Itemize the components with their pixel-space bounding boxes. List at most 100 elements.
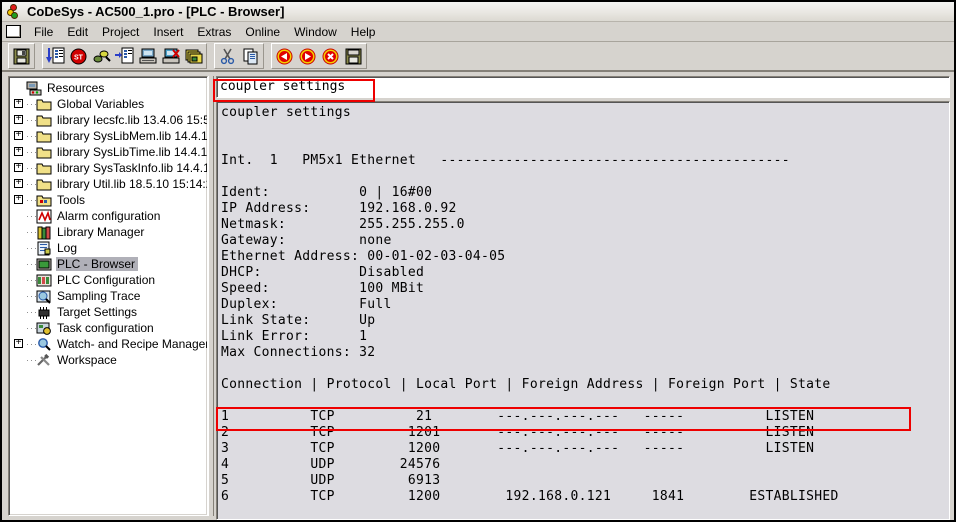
tree-connector: ··· [26, 147, 36, 157]
menu-item-insert[interactable]: Insert [146, 24, 190, 40]
folder-icon [36, 177, 53, 192]
title-bar: CoDeSys - AC500_1.pro - [PLC - Browser] [2, 2, 954, 22]
sidebar-item-target-settings[interactable]: ··· Target Settings [9, 304, 207, 320]
codesys-application-window: CoDeSys - AC500_1.pro - [PLC - Browser] … [0, 0, 956, 522]
tree-connector: ··· [26, 115, 36, 125]
sidebar-item-log[interactable]: ··· Log [9, 240, 207, 256]
copy-icon[interactable] [239, 45, 262, 67]
tree-root-resources[interactable]: Resources [9, 80, 207, 96]
sidebar-item-sampling-trace[interactable]: ··· Sampling Trace [9, 288, 207, 304]
folder-icon [36, 97, 53, 112]
menu-item-online[interactable]: Online [238, 24, 287, 40]
tree-item-label: library SysLibTime.lib 14.4.10 0 [57, 145, 207, 159]
stop-icon[interactable]: ST [67, 45, 90, 67]
alarm-icon [36, 209, 53, 224]
back-arrow-icon[interactable] [273, 45, 296, 67]
sidebar-item-plc-configuration[interactable]: ··· PLC Configuration [9, 272, 207, 288]
tree-item-library-iecsfc[interactable]: ··· library Iecsfc.lib 13.4.06 15:51: [9, 112, 207, 128]
expand-toggle-icon[interactable] [13, 192, 26, 207]
tools-folder-icon [36, 193, 53, 208]
tree-item-label: library SysTaskInfo.lib 14.4.10 [57, 161, 207, 175]
sidebar-item-label: Task configuration [57, 321, 154, 335]
pane-splitter[interactable] [208, 76, 214, 516]
plc-configuration-icon [36, 273, 53, 288]
tree-connector: ··· [26, 211, 36, 221]
sidebar-item-task-configuration[interactable]: ··· Task configuration [9, 320, 207, 336]
toolbar: ST [2, 42, 954, 72]
menu-item-extras[interactable]: Extras [190, 24, 238, 40]
browser-output-panel[interactable]: coupler settings Int. 1 PM5x1 Ethernet -… [216, 101, 950, 520]
sidebar-item-label: PLC - Browser [56, 257, 139, 271]
window-title: CoDeSys - AC500_1.pro - [PLC - Browser] [27, 4, 285, 19]
save-history-icon[interactable] [342, 45, 365, 67]
tree-item-label: Global Variables [57, 97, 145, 111]
menu-item-help[interactable]: Help [344, 24, 383, 40]
sidebar-item-plc-browser[interactable]: ··· PLC - Browser [9, 256, 207, 272]
sidebar-item-workspace[interactable]: ··· Workspace [9, 352, 207, 368]
sidebar-item-watch-recipe-manager[interactable]: ··· Watch- and Recipe Manager [9, 336, 207, 352]
sidebar-item-alarm-configuration[interactable]: ··· Alarm configuration [9, 208, 207, 224]
menu-item-window[interactable]: Window [287, 24, 344, 40]
forward-arrow-icon[interactable] [296, 45, 319, 67]
watch-recipe-icon [36, 337, 53, 352]
paint-icon[interactable] [90, 45, 113, 67]
login-pc-icon[interactable] [136, 45, 159, 67]
sidebar-item-label: Log [57, 241, 78, 255]
tree-item-global-variables[interactable]: ··· Global Variables [9, 96, 207, 112]
tree-connector: ··· [26, 195, 36, 205]
menu-item-file[interactable]: File [27, 24, 60, 40]
expand-toggle-icon[interactable] [13, 112, 26, 127]
tree-item-tools[interactable]: ··· Tools [9, 192, 207, 208]
logout-pc-icon[interactable] [159, 45, 182, 67]
folder-icon [36, 145, 53, 160]
expand-toggle-icon[interactable] [13, 96, 26, 111]
main-body: Resources ··· Global Variables ··· [2, 72, 954, 520]
layers-icon[interactable] [182, 45, 205, 67]
tree-connector: ··· [26, 131, 36, 141]
svg-text:ST: ST [74, 54, 84, 61]
toolbar-group-file [8, 43, 35, 69]
save-icon[interactable] [10, 45, 33, 67]
tree-item-library-util[interactable]: ··· library Util.lib 18.5.10 15:14:28 [9, 176, 207, 192]
menu-item-project[interactable]: Project [95, 24, 146, 40]
browser-output-text: coupler settings Int. 1 PM5x1 Ethernet -… [221, 105, 839, 504]
tree-item-library-syslibtime[interactable]: ··· library SysLibTime.lib 14.4.10 0 [9, 144, 207, 160]
tree-connector: ··· [26, 355, 36, 365]
sidebar-item-label: Workspace [57, 353, 117, 367]
cut-icon[interactable] [216, 45, 239, 67]
tree-root-spacer [13, 82, 26, 95]
tree-connector: ··· [26, 163, 36, 173]
expand-toggle-icon[interactable] [13, 160, 26, 175]
tree-item-label: library SysLibMem.lib 14.4.10 0 [57, 129, 207, 143]
insert-list-icon[interactable] [113, 45, 136, 67]
task-configuration-icon [36, 321, 53, 336]
tree-item-label: Tools [57, 193, 86, 207]
sidebar-item-label: Watch- and Recipe Manager [57, 337, 207, 351]
toolbar-group-online: ST [42, 43, 207, 69]
sampling-trace-icon [36, 289, 53, 304]
sidebar-item-label: Library Manager [57, 225, 145, 239]
tree-item-library-syslibmem[interactable]: ··· library SysLibMem.lib 14.4.10 0 [9, 128, 207, 144]
expand-toggle-icon[interactable] [13, 336, 26, 351]
menu-item-edit[interactable]: Edit [60, 24, 95, 40]
tree-item-library-systaskinfo[interactable]: ··· library SysTaskInfo.lib 14.4.10 [9, 160, 207, 176]
download-list-icon[interactable] [44, 45, 67, 67]
tree-connector: ··· [26, 243, 36, 253]
resources-tree-panel[interactable]: Resources ··· Global Variables ··· [8, 76, 208, 516]
tree-connector: ··· [26, 307, 36, 317]
plc-browser-pane: coupler settings coupler settings Int. 1… [216, 76, 950, 520]
cancel-icon[interactable] [319, 45, 342, 67]
tree-root-label: Resources [47, 81, 105, 95]
expand-toggle-icon[interactable] [13, 176, 26, 191]
sidebar-item-library-manager[interactable]: ··· Library Manager [9, 224, 207, 240]
system-menu-button[interactable] [6, 25, 21, 38]
folder-icon [36, 161, 53, 176]
command-input-field[interactable]: coupler settings [216, 76, 950, 98]
expand-toggle-icon[interactable] [13, 144, 26, 159]
expand-toggle-icon[interactable] [13, 128, 26, 143]
